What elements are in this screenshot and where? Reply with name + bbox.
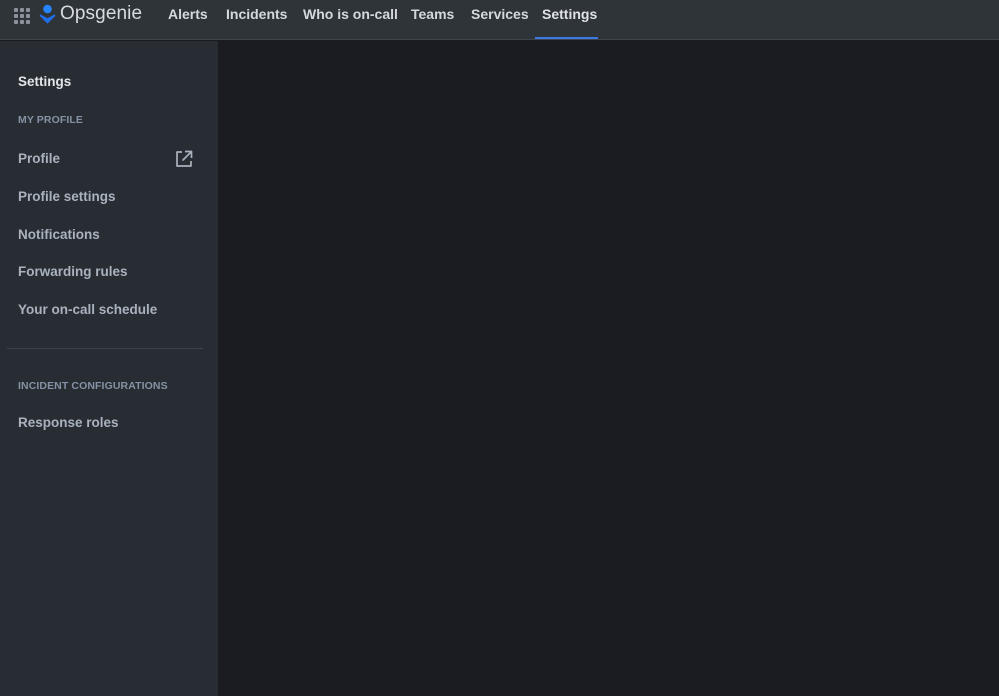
app-name: Opsgenie bbox=[60, 3, 143, 24]
sidebar-item-label: Profile bbox=[18, 151, 61, 166]
opsgenie-logo-icon bbox=[39, 4, 56, 24]
nav-services[interactable]: Services bbox=[471, 0, 529, 40]
active-tab-indicator bbox=[535, 37, 598, 39]
sidebar-item-response-roles[interactable]: Response roles bbox=[0, 408, 218, 438]
sidebar-item-label: Notifications bbox=[18, 227, 100, 242]
nav-alerts[interactable]: Alerts bbox=[168, 0, 208, 40]
sidebar-item-label: Profile settings bbox=[18, 189, 116, 204]
sidebar-title: Settings bbox=[18, 74, 72, 89]
sidebar-item-notifications[interactable]: Notifications bbox=[0, 220, 218, 250]
nav-teams[interactable]: Teams bbox=[411, 0, 454, 40]
nav-who-is-on-call[interactable]: Who is on-call bbox=[303, 0, 398, 40]
sidebar-item-label: Forwarding rules bbox=[18, 264, 128, 279]
external-link-icon[interactable] bbox=[174, 149, 194, 169]
sidebar-item-forwarding-rules[interactable]: Forwarding rules bbox=[0, 257, 218, 287]
app-switcher-icon[interactable] bbox=[14, 8, 30, 24]
sidebar-item-profile-settings[interactable]: Profile settings bbox=[0, 182, 218, 212]
nav-settings[interactable]: Settings bbox=[542, 0, 597, 40]
sidebar-item-on-call-schedule[interactable]: Your on-call schedule bbox=[0, 295, 218, 325]
settings-sidebar: Settings MY PROFILE Profile Profile sett… bbox=[0, 41, 218, 696]
section-heading-my-profile: MY PROFILE bbox=[18, 114, 83, 126]
section-heading-incident-configurations: INCIDENT CONFIGURATIONS bbox=[18, 380, 168, 392]
main-content-area bbox=[218, 41, 999, 696]
sidebar-item-label: Response roles bbox=[18, 415, 119, 430]
opsgenie-logo[interactable]: Opsgenie bbox=[39, 3, 142, 25]
nav-incidents[interactable]: Incidents bbox=[226, 0, 287, 40]
sidebar-divider bbox=[7, 348, 203, 349]
sidebar-item-label: Your on-call schedule bbox=[18, 302, 158, 317]
top-navigation-bar: Opsgenie Alerts Incidents Who is on-call… bbox=[0, 0, 999, 40]
